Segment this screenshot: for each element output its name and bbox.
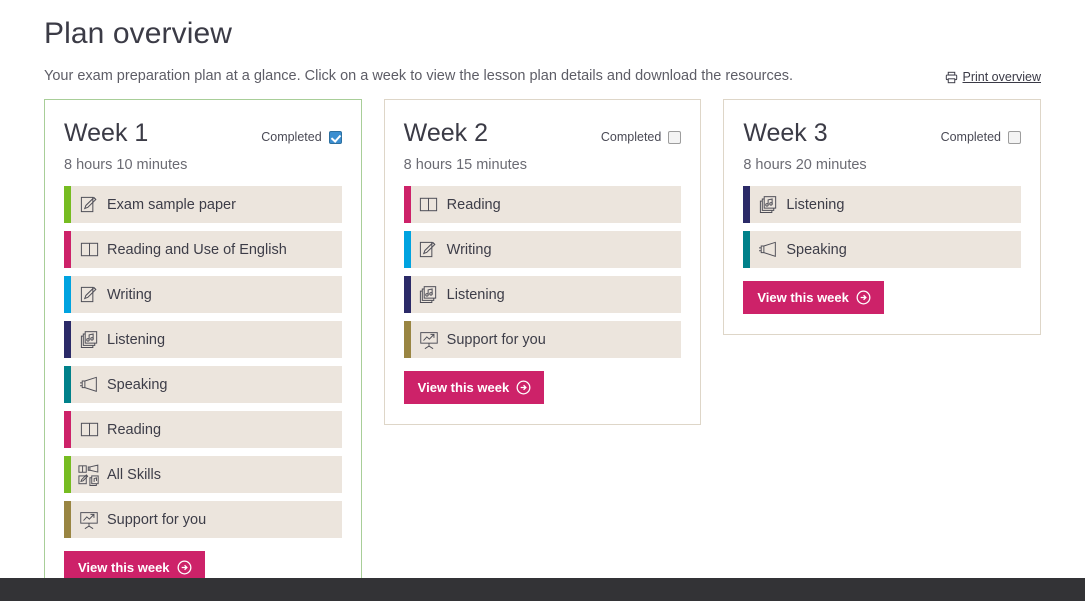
lesson-label: Reading [107, 421, 162, 438]
lesson-label: Speaking [107, 376, 168, 393]
lesson-list: Reading Writing Listening Support for you [403, 186, 682, 358]
lesson-accent-bar [403, 231, 411, 268]
lesson-label: Listening [786, 196, 845, 213]
lesson-row[interactable]: Support for you [64, 501, 342, 538]
listening-icon [411, 276, 447, 313]
lesson-row[interactable]: All Skills [64, 456, 342, 493]
lesson-label: Reading and Use of English [107, 241, 287, 258]
lesson-row[interactable]: Reading and Use of English [64, 231, 342, 268]
lesson-row[interactable]: Writing [64, 276, 342, 313]
lesson-accent-bar [64, 366, 71, 403]
view-this-week-button[interactable]: View this week [743, 281, 884, 314]
lesson-label: Support for you [107, 511, 207, 528]
lesson-row[interactable]: Speaking [743, 231, 1022, 268]
lesson-accent-bar [64, 411, 71, 448]
writing-icon [71, 186, 107, 223]
lesson-accent-bar [64, 456, 71, 493]
lesson-label: Exam sample paper [107, 196, 236, 213]
lesson-accent-bar [64, 186, 71, 223]
view-this-week-button[interactable]: View this week [403, 371, 545, 404]
arrow-right-circle-icon [177, 560, 192, 575]
book-icon [411, 186, 447, 223]
book-icon [71, 231, 107, 268]
lesson-accent-bar [64, 321, 71, 358]
week-card[interactable]: Week 2 Completed 8 hours 15 minutes Reading… [383, 99, 702, 425]
lesson-accent-bar [403, 276, 411, 313]
writing-icon [71, 276, 107, 313]
lesson-label: Writing [446, 241, 492, 258]
support-icon [71, 501, 107, 538]
printer-icon [945, 71, 958, 84]
week-card[interactable]: Week 3 Completed 8 hours 20 minutes Listeni… [723, 99, 1042, 335]
subtitle-row: Your exam preparation plan at a glance. … [44, 67, 1041, 85]
lesson-row[interactable]: Writing [403, 231, 682, 268]
page-subtitle: Your exam preparation plan at a glance. … [44, 68, 794, 84]
view-this-week-label: View this week [757, 289, 849, 305]
book-icon [71, 411, 107, 448]
week-card-header: Week 1 Completed [64, 118, 342, 148]
lesson-accent-bar [64, 276, 71, 313]
arrow-right-circle-icon [856, 290, 871, 305]
arrow-right-circle-icon [516, 380, 531, 395]
completed-label: Completed [600, 130, 662, 144]
completed-label: Completed [940, 130, 1002, 144]
completed-checkbox[interactable] [328, 130, 342, 144]
lesson-label: Support for you [446, 331, 546, 348]
view-this-week-label: View this week [78, 559, 170, 575]
lesson-accent-bar [403, 186, 411, 223]
megaphone-icon [71, 366, 107, 403]
lesson-row[interactable]: Support for you [403, 321, 682, 358]
lesson-label: Speaking [786, 241, 847, 258]
completed-label: Completed [261, 130, 322, 144]
print-overview-label: Print overview [962, 70, 1042, 84]
megaphone-icon [750, 231, 786, 268]
lesson-row[interactable]: Speaking [64, 366, 342, 403]
lesson-accent-bar [64, 501, 71, 538]
print-overview-link[interactable]: Print overview [945, 70, 1042, 84]
support-icon [411, 321, 447, 358]
lesson-accent-bar [743, 231, 751, 268]
lesson-label: Writing [107, 286, 152, 303]
lesson-label: Reading [446, 196, 501, 213]
lesson-accent-bar [743, 186, 751, 223]
listening-icon [750, 186, 786, 223]
completed-checkbox[interactable] [668, 130, 682, 144]
week-title: Week 2 [403, 119, 488, 147]
week-card-header: Week 2 Completed [404, 118, 682, 148]
lesson-label: Listening [446, 286, 505, 303]
lesson-label: Listening [107, 331, 166, 348]
writing-icon [411, 231, 447, 268]
all-skills-icon [71, 456, 107, 493]
page-bottom-bar [0, 578, 1085, 601]
week-duration: 8 hours 20 minutes [743, 157, 867, 173]
week-cards-container: Week 1 Completed 8 hours 10 minutes Exam sa… [0, 99, 1085, 601]
view-this-week-label: View this week [417, 379, 510, 395]
week-title: Week 1 [64, 119, 149, 147]
week-title: Week 3 [743, 119, 828, 147]
lesson-row[interactable]: Listening [64, 321, 342, 358]
lesson-row[interactable]: Listening [403, 276, 682, 313]
week-duration: 8 hours 10 minutes [64, 157, 188, 173]
completed-toggle[interactable]: Completed [940, 130, 1022, 144]
completed-toggle[interactable]: Completed [261, 130, 342, 144]
listening-icon [71, 321, 107, 358]
page-header: Plan overview Your exam preparation plan… [0, 0, 1085, 85]
completed-checkbox[interactable] [1008, 130, 1022, 144]
week-card-header: Week 3 Completed [743, 118, 1022, 148]
lesson-row[interactable]: Exam sample paper [64, 186, 342, 223]
week-duration: 8 hours 15 minutes [403, 157, 527, 173]
week-card[interactable]: Week 1 Completed 8 hours 10 minutes Exam sa… [44, 99, 362, 601]
page-title: Plan overview [44, 17, 233, 50]
lesson-list: Listening Speaking [743, 186, 1022, 268]
lesson-list: Exam sample paper Reading and Use of Engl… [64, 186, 342, 538]
lesson-accent-bar [64, 231, 71, 268]
completed-toggle[interactable]: Completed [600, 130, 682, 144]
lesson-row[interactable]: Reading [403, 186, 682, 223]
lesson-label: All Skills [107, 466, 161, 483]
lesson-row[interactable]: Listening [743, 186, 1022, 223]
lesson-accent-bar [403, 321, 411, 358]
lesson-row[interactable]: Reading [64, 411, 342, 448]
plan-overview-page: Plan overview Your exam preparation plan… [0, 0, 1085, 601]
